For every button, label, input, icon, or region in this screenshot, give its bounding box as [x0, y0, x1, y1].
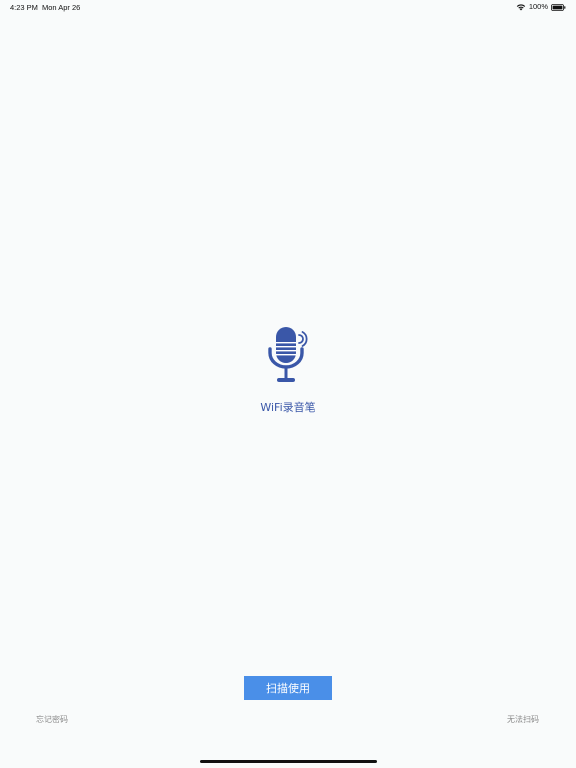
wifi-icon [516, 3, 526, 11]
microphone-icon [266, 325, 310, 385]
forgot-password-link[interactable]: 忘记密码 [36, 714, 68, 725]
status-time: 4:23 PM [10, 3, 38, 12]
battery-percentage: 100% [528, 2, 548, 11]
status-date: Mon Apr 26 [42, 3, 81, 12]
cannot-scan-link[interactable]: 无法扫码 [507, 714, 539, 725]
app-name: WiFi录音笔 [260, 401, 316, 414]
scan-button[interactable]: 扫描使用 [244, 676, 332, 700]
battery-icon [551, 3, 566, 11]
status-right: 100% [516, 2, 566, 12]
status-bar: 4:23 PM Mon Apr 26 100% [0, 0, 576, 14]
home-indicator[interactable] [200, 760, 377, 763]
